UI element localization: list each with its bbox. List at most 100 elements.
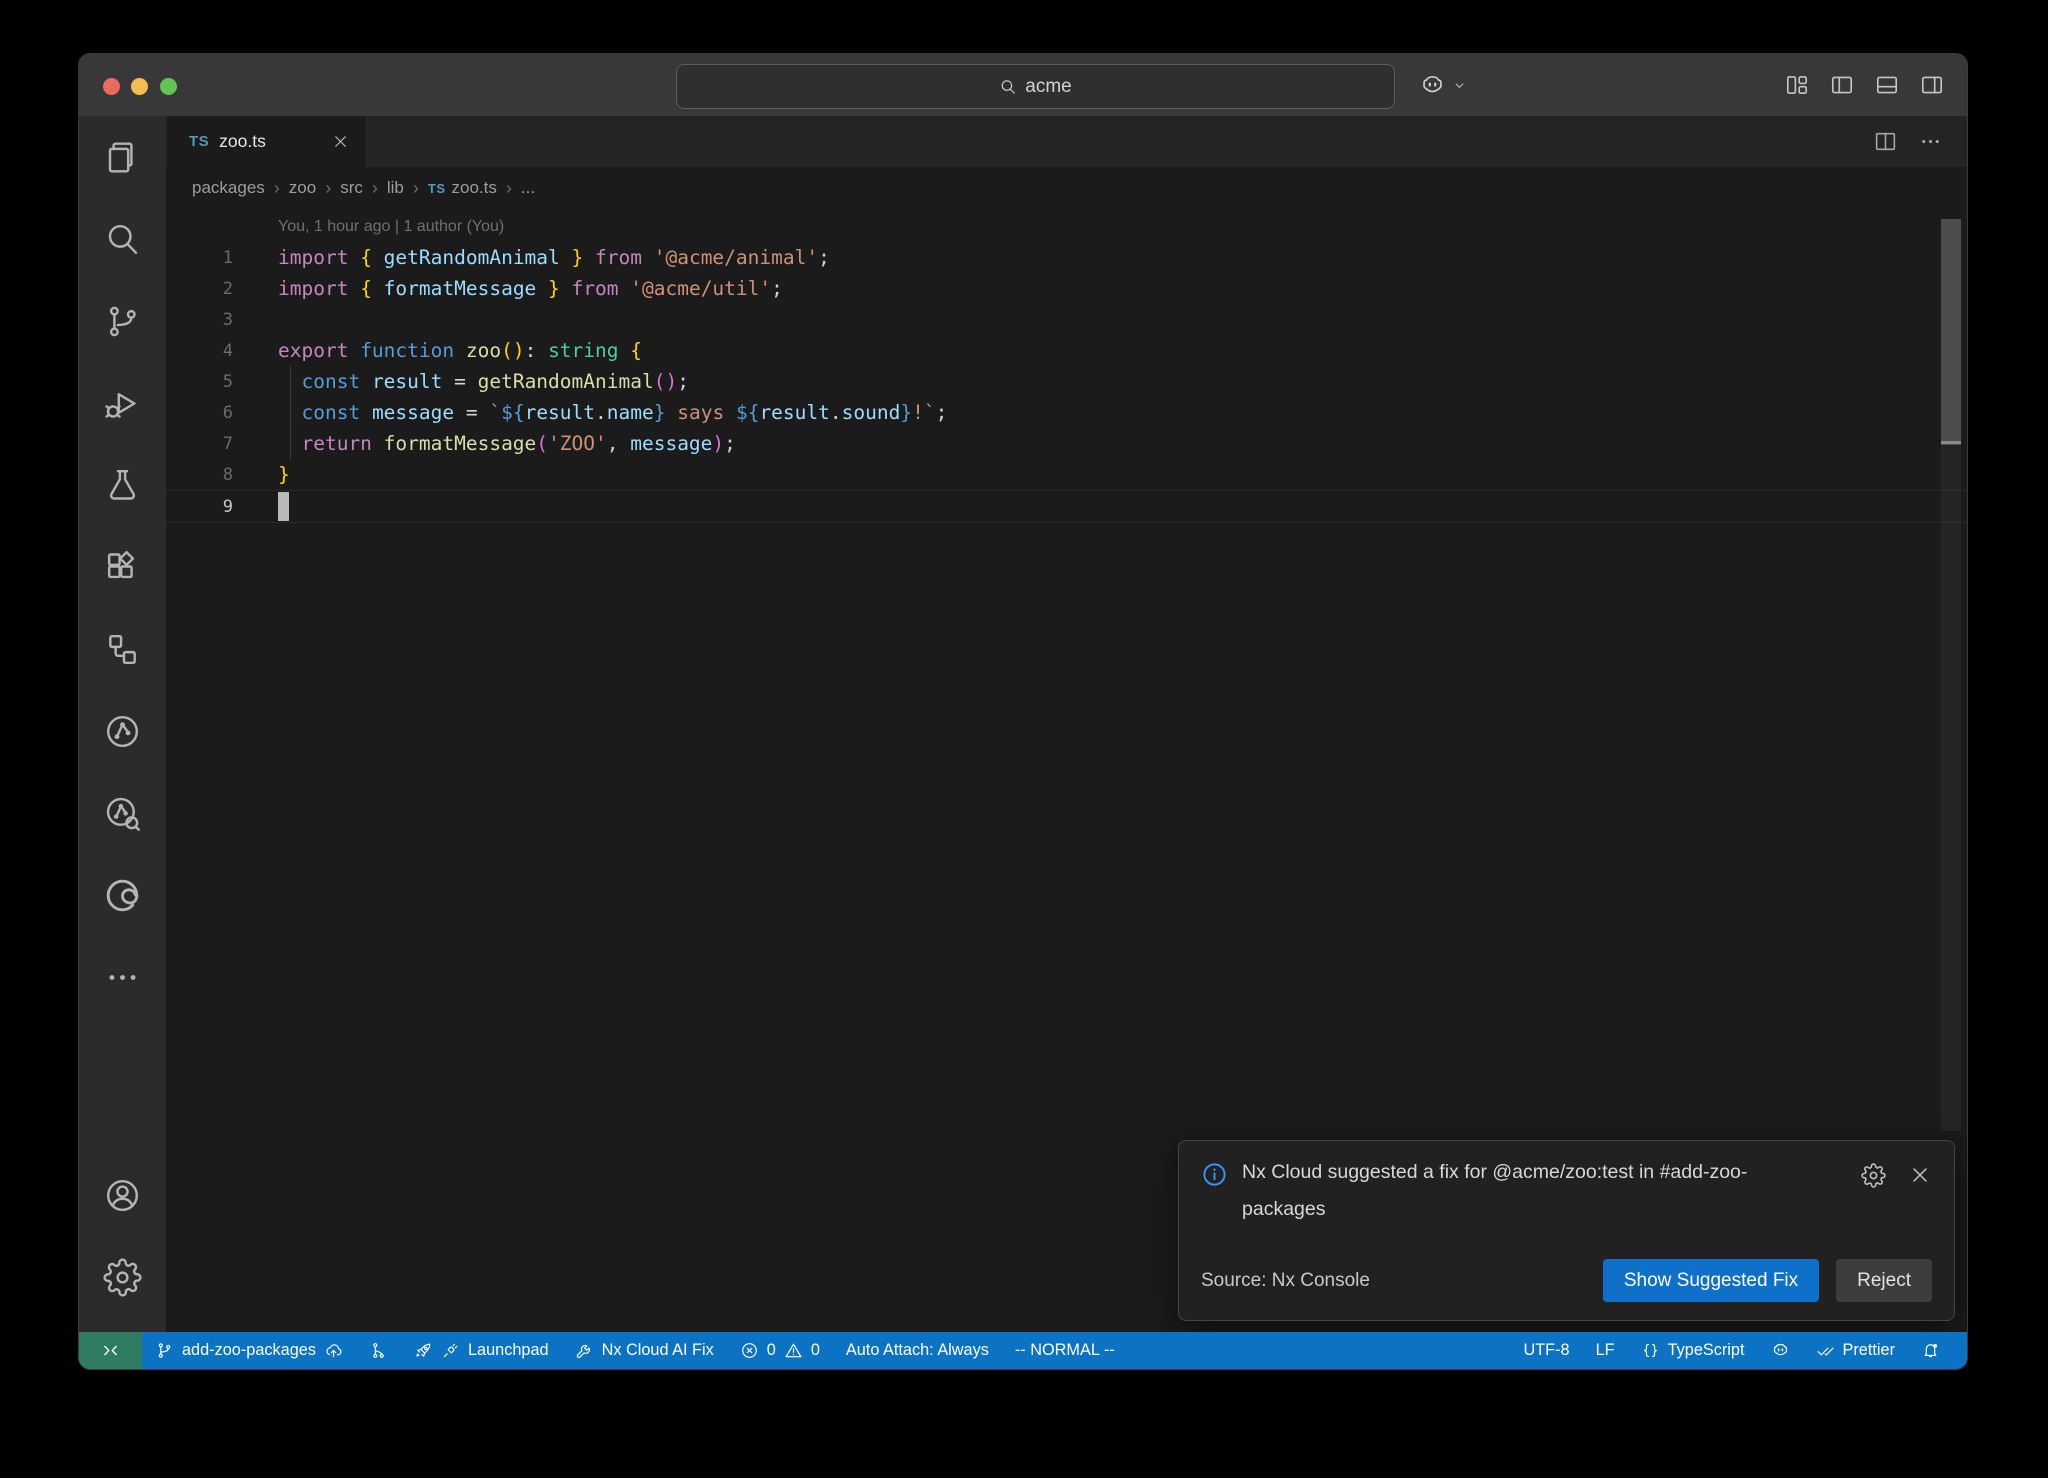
activity-bar-item-testing[interactable] xyxy=(79,444,166,526)
breadcrumbs: packages›zoo›src›lib›TSzoo.ts›... xyxy=(166,167,1967,209)
rocket-icon xyxy=(414,1341,433,1360)
typescript-file-icon: TS xyxy=(428,181,446,196)
breadcrumb-item[interactable]: packages xyxy=(192,178,265,198)
status-item-prettier[interactable]: Prettier xyxy=(1803,1332,1908,1369)
command-center-search[interactable]: acme xyxy=(676,64,1395,109)
nx-console-icon xyxy=(103,712,142,751)
status-item-problems[interactable]: 00 xyxy=(727,1332,833,1369)
double-check-icon xyxy=(1816,1341,1835,1360)
code-line[interactable]: 5 const result = getRandomAnimal(); xyxy=(166,366,1967,397)
activity-bar-item-settings[interactable] xyxy=(79,1236,166,1318)
code-line[interactable]: 6 const message = `${result.name} says $… xyxy=(166,397,1967,428)
breadcrumb-item[interactable]: zoo xyxy=(289,178,316,198)
typescript-file-icon: TS xyxy=(189,133,209,150)
panel-left-button[interactable] xyxy=(1829,72,1855,98)
info-icon xyxy=(1201,1161,1228,1188)
split-editor-icon[interactable] xyxy=(1873,129,1898,154)
status-item-git-branch[interactable]: add-zoo-packages xyxy=(142,1332,356,1369)
notification-close-icon[interactable] xyxy=(1908,1163,1932,1188)
activity-bar-item-run-debug[interactable] xyxy=(79,362,166,444)
activity-bar-item-nx-console[interactable] xyxy=(79,690,166,772)
activity-bar-item-source-control[interactable] xyxy=(79,280,166,362)
notification-message: Nx Cloud suggested a fix for @acme/zoo:t… xyxy=(1242,1161,1847,1222)
close-window-button[interactable] xyxy=(103,78,120,95)
status-item-encoding[interactable]: UTF-8 xyxy=(1510,1332,1582,1369)
cloud-upload-icon xyxy=(324,1341,343,1360)
line-number: 6 xyxy=(166,403,278,423)
account-icon xyxy=(103,1176,142,1215)
status-item-vim-mode[interactable]: -- NORMAL -- xyxy=(1002,1332,1128,1369)
status-item-nx-cloud-ai-fix[interactable]: Nx Cloud AI Fix xyxy=(562,1332,727,1369)
code-line[interactable]: 7 return formatMessage('ZOO', message); xyxy=(166,428,1967,459)
bell-dot-icon xyxy=(1921,1341,1940,1360)
status-item-label: LF xyxy=(1596,1341,1615,1360)
warning-icon xyxy=(784,1341,803,1360)
scrollbar-thumb[interactable] xyxy=(1941,219,1961,445)
panel-right-button[interactable] xyxy=(1919,72,1945,98)
run-debug-icon xyxy=(103,384,142,423)
editor-more-actions-icon[interactable] xyxy=(1918,129,1943,154)
nx-cloud-icon xyxy=(103,794,142,833)
panel-bottom-icon xyxy=(1874,72,1900,98)
extensions-icon xyxy=(103,548,142,587)
status-item-language[interactable]: TypeScript xyxy=(1628,1332,1758,1369)
activity-bar-item-files[interactable] xyxy=(79,116,166,198)
indent-guide xyxy=(290,366,291,460)
tab-zoo-ts[interactable]: TS zoo.ts xyxy=(167,116,367,167)
more-icon xyxy=(103,958,142,997)
breadcrumb-item[interactable]: lib xyxy=(387,178,404,198)
breadcrumb-item[interactable]: ... xyxy=(521,178,535,198)
show-suggested-fix-button[interactable]: Show Suggested Fix xyxy=(1603,1259,1819,1302)
status-item-copilot[interactable] xyxy=(1758,1332,1803,1369)
code-line[interactable]: 8} xyxy=(166,459,1967,490)
minimize-window-button[interactable] xyxy=(131,78,148,95)
activity-bar-item-nx-cloud[interactable] xyxy=(79,772,166,854)
activity-bar-item-search[interactable] xyxy=(79,198,166,280)
status-item-auto-attach[interactable]: Auto Attach: Always xyxy=(833,1332,1002,1369)
customize-layout-icon xyxy=(1784,72,1810,98)
status-item-launchpad[interactable]: Launchpad xyxy=(401,1332,562,1369)
breadcrumb-separator: › xyxy=(325,178,331,199)
tab-strip: TS zoo.ts xyxy=(166,116,1967,167)
code-line[interactable]: 9 xyxy=(166,490,1967,523)
line-number: 4 xyxy=(166,341,278,361)
reject-button[interactable]: Reject xyxy=(1836,1259,1932,1302)
panel-left-icon xyxy=(1829,72,1855,98)
scrollbar-cursor-marker xyxy=(1941,441,1961,444)
panel-bottom-button[interactable] xyxy=(1874,72,1900,98)
activity-bar-item-account[interactable] xyxy=(79,1154,166,1236)
line-number: 1 xyxy=(166,248,278,268)
status-item-label: Nx Cloud AI Fix xyxy=(602,1341,714,1360)
tab-close-icon[interactable] xyxy=(331,132,350,151)
copilot-icon xyxy=(1771,1341,1790,1360)
status-item-git-graph[interactable] xyxy=(356,1332,401,1369)
panel-right-icon xyxy=(1919,72,1945,98)
status-item-notifications[interactable] xyxy=(1908,1332,1953,1369)
code-line[interactable]: 1import { getRandomAnimal } from '@acme/… xyxy=(166,242,1967,273)
chevron-down-icon xyxy=(1452,78,1467,93)
breadcrumb-separator: › xyxy=(506,178,512,199)
activity-bar-item-extensions[interactable] xyxy=(79,526,166,608)
status-item-eol[interactable]: LF xyxy=(1583,1332,1628,1369)
code-line[interactable]: 2import { formatMessage } from '@acme/ut… xyxy=(166,273,1967,304)
notification-settings-gear-icon[interactable] xyxy=(1861,1163,1886,1188)
title-bar[interactable]: acme xyxy=(79,54,1967,116)
code-line[interactable]: 4export function zoo(): string { xyxy=(166,335,1967,366)
activity-bar-item-nx-workspace[interactable] xyxy=(79,608,166,690)
zoom-window-button[interactable] xyxy=(160,78,177,95)
remote-indicator[interactable] xyxy=(79,1332,142,1369)
braces-icon xyxy=(1641,1341,1660,1360)
status-item-label: Prettier xyxy=(1843,1341,1895,1360)
customize-layout-button[interactable] xyxy=(1784,72,1810,98)
activity-bar-item-edge[interactable] xyxy=(79,854,166,936)
testing-icon xyxy=(103,466,142,505)
copilot-menu[interactable] xyxy=(1419,54,1467,116)
line-number: 3 xyxy=(166,310,278,330)
code-line[interactable]: 3 xyxy=(166,304,1967,335)
breadcrumb-separator: › xyxy=(413,178,419,199)
breadcrumb-item[interactable]: TSzoo.ts xyxy=(428,178,497,198)
activity-bar-item-more[interactable] xyxy=(79,936,166,1018)
settings-icon xyxy=(103,1258,142,1297)
line-number: 7 xyxy=(166,434,278,454)
breadcrumb-item[interactable]: src xyxy=(340,178,363,198)
